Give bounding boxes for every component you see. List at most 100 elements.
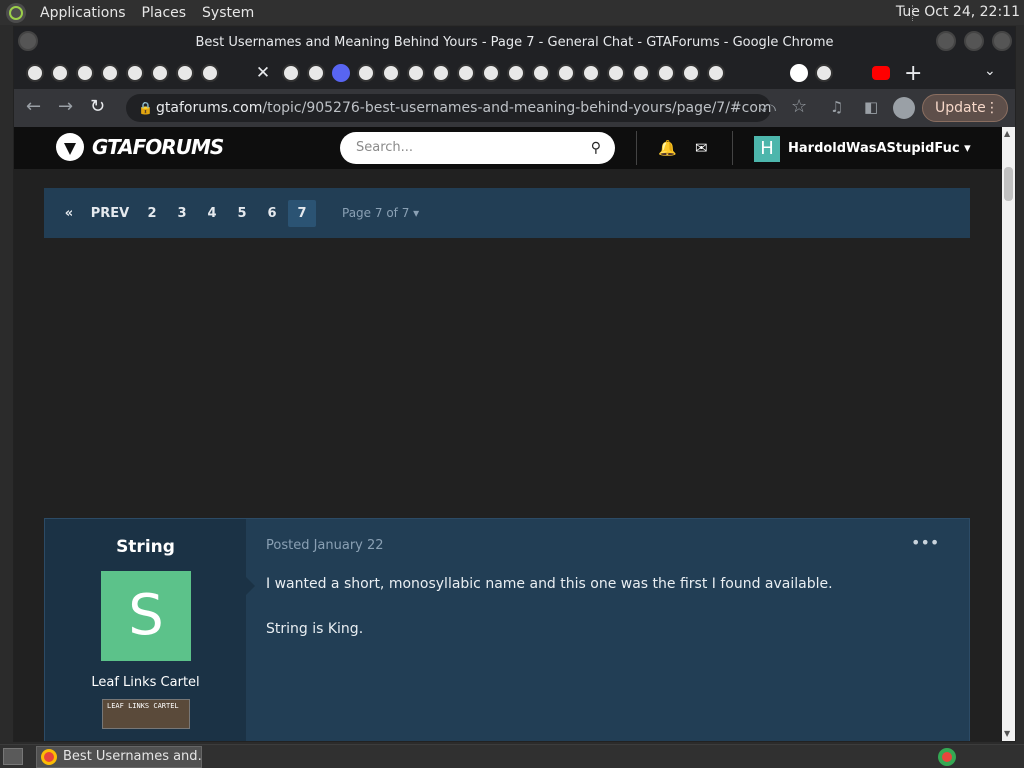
author-name[interactable]: String [45,537,246,557]
scroll-up-icon[interactable]: ▲ [1004,129,1010,138]
scrollbar-thumb[interactable] [1004,167,1013,201]
clock[interactable]: Tue Oct 24, 22:11 [896,4,1020,20]
gtaforums-tab-favicon-icon[interactable] [407,64,425,82]
window-menu-button[interactable] [18,31,38,51]
page-link[interactable]: 3 [170,200,194,227]
close-tab-icon[interactable]: ✕ [254,64,272,82]
search-placeholder: Search... [356,140,414,155]
page-link[interactable]: 6 [260,200,284,227]
update-button[interactable]: Update ⋮ [922,94,1008,122]
bookmark-star-icon[interactable]: ☆ [791,98,807,116]
page-scrollbar[interactable]: ▲ ▼ [1002,127,1015,741]
taskbar-chrome-window[interactable]: Best Usernames and… [36,746,202,768]
gtaforums-tab-favicon-icon[interactable] [632,64,650,82]
current-page[interactable]: 7 [288,200,316,227]
maximize-button[interactable] [964,31,984,51]
gtaforums-tab-favicon-icon[interactable] [51,64,69,82]
window-titlebar[interactable]: Best Usernames and Meaning Behind Yours … [14,27,1015,57]
desktop-top-panel: Applications Places System Tue Oct 24, 2… [0,0,1024,25]
url-host: gtaforums.com [156,100,263,116]
page-viewport: GTAFORUMS Search... ⚲ 🔔 ✉ H HardoldWasAS… [14,127,1002,741]
post-author-column: String S Leaf Links Cartel LEAF LINKS CA… [45,519,246,741]
show-desktop-icon[interactable] [3,748,23,765]
close-window-button[interactable] [992,31,1012,51]
browser-toolbar: ← → ↻ 🔒 gtaforums.com/topic/905276-best-… [14,89,1015,127]
tab-search-chevron-down-icon[interactable]: ⌄ [984,63,996,79]
scroll-down-icon[interactable]: ▼ [1004,729,1010,738]
post-date[interactable]: Posted January 22 [266,538,384,553]
notifications-bell-icon[interactable]: 🔔 [658,139,677,157]
system-menu[interactable]: System [194,5,262,21]
forward-icon[interactable]: → [58,98,73,116]
gtaforums-tab-favicon-icon[interactable] [707,64,725,82]
prev-page-link[interactable]: PREV [90,200,130,227]
site-logo[interactable]: GTAFORUMS [56,133,224,161]
gtaforums-tab-favicon-icon[interactable] [126,64,144,82]
post-options-icon[interactable]: ••• [911,533,939,552]
google-tab-favicon-icon[interactable] [790,64,808,82]
gtaforums-tab-favicon-icon[interactable] [557,64,575,82]
gtaforums-tab-favicon-icon[interactable] [382,64,400,82]
gtaforums-tab-favicon-icon[interactable] [607,64,625,82]
gtaforums-tab-favicon-icon[interactable] [201,64,219,82]
gtaforums-tab-favicon-icon[interactable] [815,64,833,82]
search-input[interactable]: Search... ⚲ [340,132,615,164]
header-divider [636,131,637,165]
page-link[interactable]: 4 [200,200,224,227]
gtaforums-logo-icon [56,133,84,161]
taskbar: Best Usernames and… [0,744,1024,768]
gtaforums-tab-favicon-icon[interactable] [357,64,375,82]
post-pointer [246,577,255,595]
share-icon[interactable]: ⤺ [760,98,776,116]
page-jump-dropdown[interactable]: Page 7 of 7 ▾ [342,200,419,227]
gtaforums-tab-favicon-icon[interactable] [101,64,119,82]
search-icon[interactable]: ⚲ [591,132,601,164]
forum-post: String S Leaf Links Cartel LEAF LINKS CA… [44,518,970,741]
gtaforums-tab-favicon-icon[interactable] [176,64,194,82]
media-control-icon[interactable]: ♫ [830,98,843,116]
side-panel-icon[interactable]: ◧ [864,98,878,116]
tray-chrome-icon[interactable] [938,748,956,766]
pagination-bar: « PREV 2 3 4 5 6 7 Page 7 of 7 ▾ [44,188,970,238]
logo-text: GTAFORUMS [92,135,224,159]
gtaforums-tab-favicon-icon[interactable] [432,64,450,82]
gtaforums-tab-favicon-icon[interactable] [682,64,700,82]
author-avatar[interactable]: S [101,571,191,661]
profile-avatar-icon[interactable] [893,97,915,119]
gtaforums-tab-favicon-icon[interactable] [307,64,325,82]
reload-icon[interactable]: ↻ [90,98,105,116]
address-bar[interactable]: 🔒 gtaforums.com/topic/905276-best-userna… [126,94,771,122]
minimize-button[interactable] [936,31,956,51]
post-body-line: I wanted a short, monosyllabic name and … [266,576,833,592]
user-menu[interactable]: HardoldWasAStupidFuc ▾ [788,141,971,156]
gtaforums-tab-favicon-icon[interactable] [282,64,300,82]
page-link[interactable]: 5 [230,200,254,227]
messages-envelope-icon[interactable]: ✉ [695,139,708,157]
gtaforums-tab-favicon-icon[interactable] [582,64,600,82]
applications-menu[interactable]: Applications [32,5,134,21]
places-menu[interactable]: Places [134,5,195,21]
back-icon[interactable]: ← [26,98,41,116]
header-divider [732,131,733,165]
first-page-link[interactable]: « [58,200,80,227]
chrome-icon [41,749,57,765]
gtaforums-tab-favicon-icon[interactable] [457,64,475,82]
youtube-tab-favicon-icon[interactable] [872,66,890,80]
user-avatar[interactable]: H [754,136,780,162]
update-label: Update [935,100,986,116]
gtaforums-tab-favicon-icon[interactable] [532,64,550,82]
more-vert-icon[interactable]: ⋮ [985,95,999,121]
distro-logo-icon[interactable] [6,2,26,23]
author-group: Leaf Links Cartel [91,675,200,690]
gtaforums-tab-favicon-icon[interactable] [482,64,500,82]
discord-tab-favicon-icon[interactable] [332,64,350,82]
gtaforums-tab-favicon-icon[interactable] [26,64,44,82]
page-link[interactable]: 2 [140,200,164,227]
tab-strip: ✕ + ⌄ [14,57,1015,89]
lock-icon[interactable]: 🔒 [138,94,153,122]
gtaforums-tab-favicon-icon[interactable] [507,64,525,82]
gtaforums-tab-favicon-icon[interactable] [151,64,169,82]
gtaforums-tab-favicon-icon[interactable] [657,64,675,82]
new-tab-button[interactable]: + [904,61,922,86]
gtaforums-tab-favicon-icon[interactable] [76,64,94,82]
